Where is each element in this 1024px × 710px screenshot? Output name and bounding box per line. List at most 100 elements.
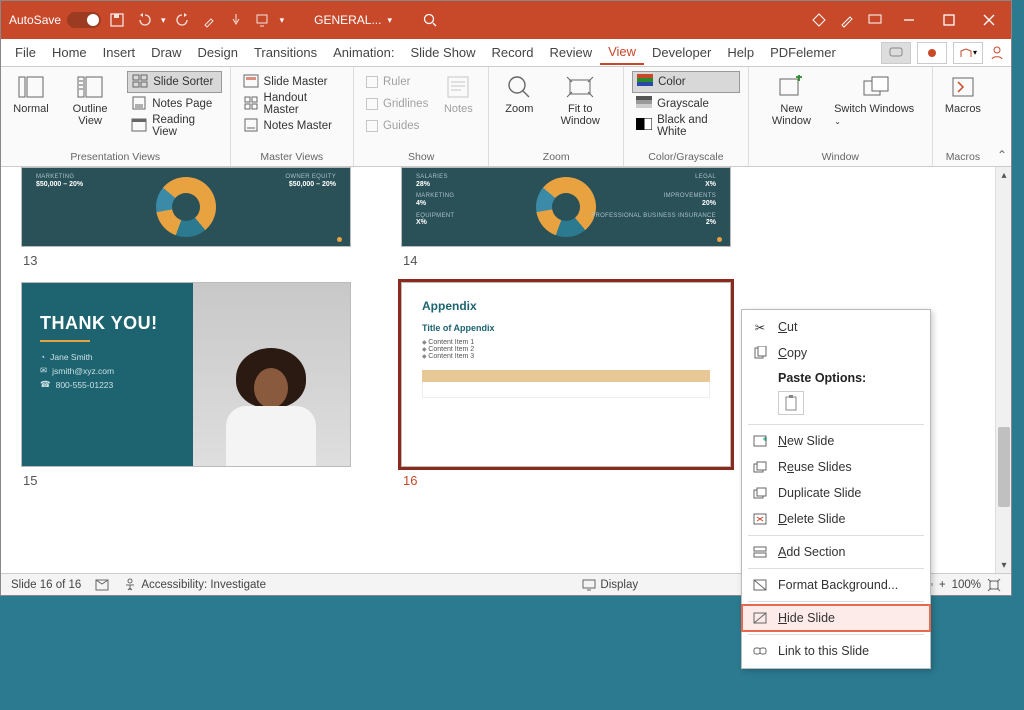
slide-master-icon: [243, 74, 259, 90]
switch-windows-button[interactable]: Switch Windows ⌄: [830, 71, 924, 129]
cut-icon: ✂: [752, 319, 768, 335]
search-icon[interactable]: [422, 12, 438, 28]
notes-status-icon[interactable]: [95, 578, 109, 592]
appendix-heading: Appendix: [422, 299, 710, 313]
group-label-color: Color/Grayscale: [632, 150, 740, 164]
zoom-percent[interactable]: 100%: [952, 579, 981, 591]
tab-insert[interactable]: Insert: [95, 41, 144, 64]
accessibility-status[interactable]: Accessibility: Investigate: [123, 578, 266, 592]
redo-icon[interactable]: [176, 12, 192, 28]
slide-counter[interactable]: Slide 16 of 16: [11, 579, 81, 591]
guides-check: Guides: [362, 115, 432, 137]
filename[interactable]: GENERAL...: [314, 13, 381, 27]
close-button[interactable]: [975, 6, 1003, 34]
slide-13-number: 13: [23, 253, 351, 268]
gridlines-check: Gridlines: [362, 93, 432, 115]
display-settings[interactable]: Display: [582, 579, 638, 591]
reuse-icon: [752, 459, 768, 475]
share-button[interactable]: ▾: [953, 42, 983, 64]
ctx-new-slide[interactable]: New SlideNew Slide: [742, 428, 930, 454]
tab-home[interactable]: Home: [44, 41, 95, 64]
scroll-down-icon[interactable]: ▾: [996, 557, 1011, 573]
slide-sorter-button[interactable]: Slide Sorter: [127, 71, 221, 93]
comments-button[interactable]: [881, 42, 911, 64]
tab-design[interactable]: Design: [190, 41, 246, 64]
pen-icon[interactable]: [839, 12, 855, 28]
group-show: Ruler Gridlines Guides Notes Show: [354, 67, 489, 166]
maximize-button[interactable]: [935, 6, 963, 34]
fit-window-button[interactable]: Fit to Window: [545, 71, 615, 129]
slide-13-thumb[interactable]: MARKETING$50,000 – 20% OWNER EQUITY$50,0…: [21, 167, 351, 247]
notes-master-button[interactable]: Notes Master: [239, 115, 345, 137]
appendix-list: Content Item 1 Content Item 2 Content It…: [422, 339, 710, 360]
group-label-macros: Macros: [941, 150, 985, 164]
ctx-copy[interactable]: CopyCopy: [742, 340, 930, 366]
group-presentation-views: Normal Outline View Slide Sorter Notes P…: [1, 67, 231, 166]
zoom-icon: [505, 73, 533, 101]
notes-page-button[interactable]: Notes Page: [127, 93, 221, 115]
ctx-add-section[interactable]: Add SectionAdd Section: [742, 539, 930, 565]
slide-15-thumb[interactable]: THANK YOU! ◔Jane Smith ✉jsmith@xyz.com ☎…: [21, 282, 351, 467]
ctx-duplicate-slide[interactable]: Duplicate Slide: [742, 480, 930, 506]
tab-help[interactable]: Help: [719, 41, 762, 64]
outline-view-button[interactable]: Outline View: [57, 71, 123, 129]
bw-button[interactable]: Black and White: [632, 115, 740, 137]
tab-draw[interactable]: Draw: [143, 41, 189, 64]
undo-icon[interactable]: [135, 12, 151, 28]
tab-view[interactable]: View: [600, 40, 644, 65]
paste-option-button[interactable]: [778, 391, 804, 415]
ctx-hide-slide[interactable]: Hide SlideHide Slide: [742, 605, 930, 631]
qat-more-icon[interactable]: ▾: [280, 15, 285, 26]
ctx-link-slide[interactable]: Link to this Slide: [742, 638, 930, 664]
save-icon[interactable]: [109, 12, 125, 28]
vertical-scrollbar[interactable]: ▴ ▾: [995, 167, 1011, 573]
ctx-cut[interactable]: ✂CuCutt: [742, 314, 930, 340]
slide-14-thumb[interactable]: SALARIES28% MARKETING4% EQUIPMENTX% LEGA…: [401, 167, 731, 247]
scroll-thumb[interactable]: [998, 427, 1010, 507]
normal-view-button[interactable]: Normal: [9, 71, 53, 117]
tab-record[interactable]: Record: [484, 41, 542, 64]
diamond-icon[interactable]: [811, 12, 827, 28]
fit-icon[interactable]: [987, 578, 1001, 592]
group-window: New Window Switch Windows ⌄ Window: [749, 67, 933, 166]
account-icon[interactable]: [989, 45, 1005, 61]
tab-pdfelemer[interactable]: PDFelemer: [762, 41, 844, 64]
tab-file[interactable]: File: [7, 41, 44, 64]
ctx-format-background[interactable]: Format Background...: [742, 572, 930, 598]
tab-developer[interactable]: Developer: [644, 41, 719, 64]
bw-icon: [636, 118, 652, 134]
ctx-delete-slide[interactable]: Delete SlideDelete Slide: [742, 506, 930, 532]
macros-button[interactable]: Macros: [941, 71, 985, 117]
color-button[interactable]: Color: [632, 71, 740, 93]
eyedropper-icon[interactable]: [202, 12, 218, 28]
tab-animations[interactable]: Animation:: [325, 41, 402, 64]
ctx-reuse-slides[interactable]: Reuse SlidesReuse Slides: [742, 454, 930, 480]
handout-master-button[interactable]: Handout Master: [239, 93, 345, 115]
fit-window-icon: [566, 73, 594, 101]
undo-dropdown-icon[interactable]: ▾: [161, 15, 166, 26]
present-icon[interactable]: [867, 12, 883, 28]
handout-master-icon: [243, 96, 259, 112]
slide-16-thumb[interactable]: Appendix Title of Appendix Content Item …: [401, 282, 731, 467]
tab-slideshow[interactable]: Slide Show: [403, 41, 484, 64]
tab-transitions[interactable]: Transitions: [246, 41, 325, 64]
collapse-ribbon-icon[interactable]: ⌃: [997, 148, 1007, 162]
new-window-button[interactable]: New Window: [757, 71, 826, 129]
slide-14-number: 14: [403, 253, 731, 268]
group-color: Color Grayscale Black and White Color/Gr…: [624, 67, 749, 166]
minimize-button[interactable]: [895, 6, 923, 34]
reading-view-button[interactable]: Reading View: [127, 115, 221, 137]
touch-mode-icon[interactable]: [228, 12, 244, 28]
hide-slide-icon: [752, 610, 768, 626]
autosave-toggle[interactable]: [67, 12, 101, 28]
filename-dropdown-icon[interactable]: ▾: [387, 15, 392, 26]
grayscale-button[interactable]: Grayscale: [632, 93, 740, 115]
slide-master-button[interactable]: Slide Master: [239, 71, 345, 93]
scroll-up-icon[interactable]: ▴: [996, 167, 1011, 183]
record-indicator-button[interactable]: [917, 42, 947, 64]
tab-review[interactable]: Review: [541, 41, 600, 64]
from-beginning-icon[interactable]: [254, 12, 270, 28]
zoom-button[interactable]: Zoom: [497, 71, 541, 117]
app-window: AutoSave ▾ ▾ GENERAL... ▾: [0, 0, 1012, 596]
group-label-presentation: Presentation Views: [9, 150, 222, 164]
